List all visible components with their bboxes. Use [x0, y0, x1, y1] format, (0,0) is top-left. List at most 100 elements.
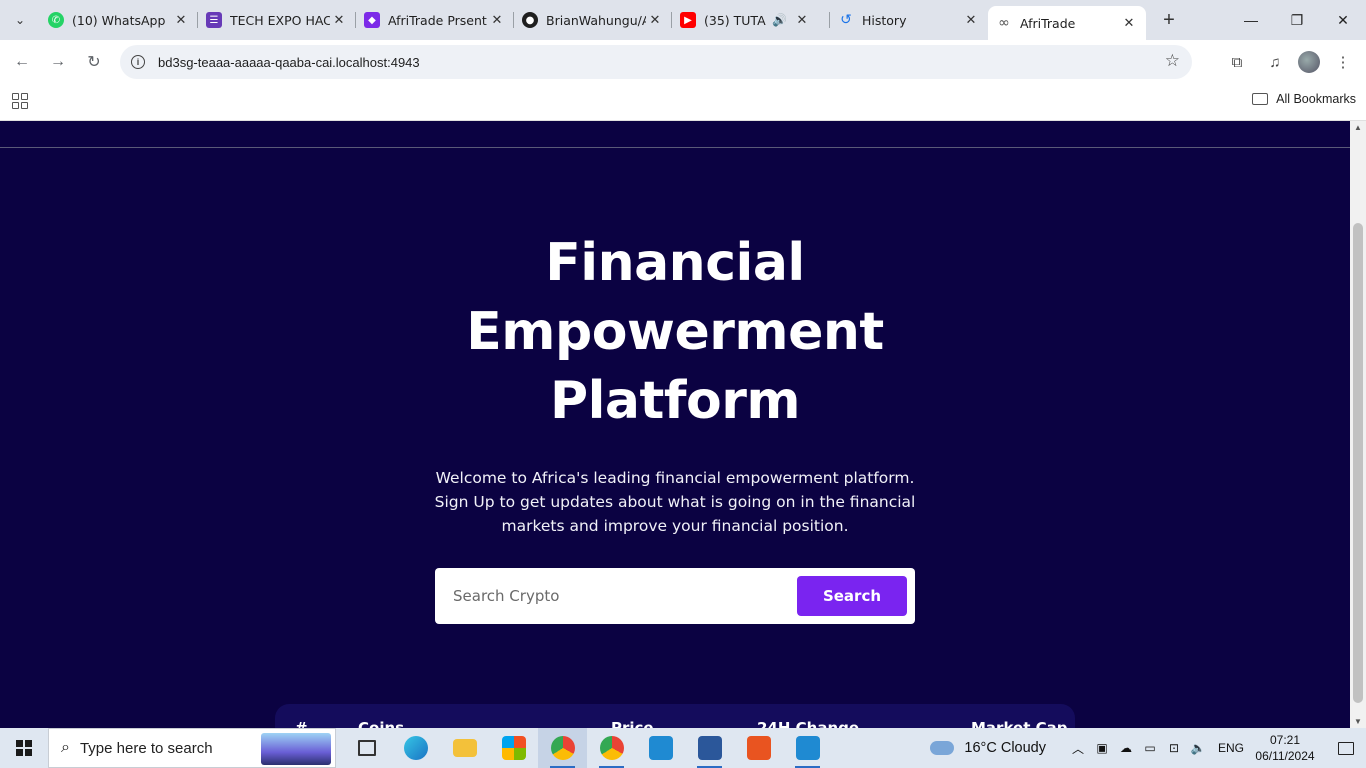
close-icon[interactable]: ✕	[793, 11, 811, 29]
all-bookmarks-label: All Bookmarks	[1276, 92, 1356, 106]
window-controls: — ❐ ✕	[1228, 0, 1366, 40]
close-icon[interactable]: ✕	[488, 11, 506, 29]
youtube-icon: ▶	[680, 12, 696, 28]
speaker-icon[interactable]: 🔊	[772, 13, 787, 27]
microsoft-store-icon[interactable]	[489, 728, 538, 768]
tab-title: BrianWahungu/A	[546, 12, 646, 28]
chevron-up-icon[interactable]: ︿	[1066, 740, 1090, 757]
chrome-icon[interactable]	[538, 728, 587, 768]
minimize-icon[interactable]: —	[1228, 0, 1274, 40]
word-icon[interactable]	[685, 728, 734, 768]
language-indicator[interactable]: ENG	[1218, 741, 1244, 755]
taskbar-search-placeholder: Type here to search	[79, 739, 213, 757]
whatsapp-icon: ✆	[48, 12, 64, 28]
infinity-icon: ∞	[998, 15, 1010, 31]
tab-youtube[interactable]: ▶ (35) TUTAM 🔊 ✕	[672, 0, 830, 40]
menu-kebab-icon[interactable]: ⋮	[1328, 44, 1358, 80]
tab-list: ✆ (10) WhatsApp ✕ ☰ TECH EXPO HAC ✕ ◆ Af…	[40, 0, 1184, 40]
task-view-icon[interactable]	[342, 728, 391, 768]
volume-icon[interactable]: 🔈	[1186, 741, 1210, 755]
canva-icon: ◆	[364, 12, 380, 28]
profile-avatar[interactable]	[1298, 51, 1320, 73]
page-scrollbar[interactable]: ▲ ▼	[1350, 121, 1366, 728]
edge-icon[interactable]	[391, 728, 440, 768]
tab-afritrade-presentation[interactable]: ◆ AfriTrade Prsent ✕	[356, 0, 514, 40]
file-explorer-icon[interactable]	[440, 728, 489, 768]
hero-subtitle-line: Sign Up to get updates about what is goi…	[434, 493, 916, 511]
tab-title: TECH EXPO HAC	[230, 12, 330, 28]
meet-now-icon[interactable]: ▣	[1090, 741, 1114, 755]
url-text: bd3sg-teaaa-aaaaa-qaaba-cai.localhost:49…	[158, 54, 420, 70]
github-icon: ●	[522, 12, 538, 28]
hero-title: Financial Empowerment Platform	[375, 229, 975, 436]
table-header-row: # Coins Price 24H Change Market Cap	[275, 719, 1075, 728]
extensions-icon[interactable]: ⧉	[1222, 44, 1252, 80]
crypto-table: # Coins Price 24H Change Market Cap	[275, 704, 1075, 728]
scroll-up-icon[interactable]: ▲	[1354, 123, 1362, 132]
back-arrow-icon[interactable]: ←	[4, 44, 40, 80]
close-icon[interactable]: ✕	[172, 11, 190, 29]
search-button[interactable]: Search	[797, 576, 907, 616]
scrollbar-thumb[interactable]	[1353, 223, 1363, 703]
close-icon[interactable]: ✕	[1120, 14, 1138, 32]
scroll-down-icon[interactable]: ▼	[1354, 717, 1362, 726]
vscode-running-icon[interactable]	[783, 728, 832, 768]
vscode-icon[interactable]	[636, 728, 685, 768]
weather-widget[interactable]: 16°C Cloudy	[930, 740, 1046, 756]
close-icon[interactable]: ✕	[646, 11, 664, 29]
table-header-rank: #	[295, 719, 308, 728]
network-icon[interactable]: ⊡	[1162, 741, 1186, 755]
new-tab-button[interactable]: +	[1154, 0, 1184, 40]
hero-title-line: Platform	[549, 371, 801, 431]
tab-github[interactable]: ● BrianWahungu/A ✕	[514, 0, 672, 40]
tab-whatsapp[interactable]: ✆ (10) WhatsApp ✕	[40, 0, 198, 40]
hero-subtitle: Welcome to Africa's leading financial em…	[430, 466, 920, 538]
header-divider	[0, 147, 1350, 148]
weather-text: 16°C Cloudy	[964, 740, 1046, 756]
media-controls-icon[interactable]: ♫	[1260, 44, 1290, 80]
hero-title-line: Empowerment	[466, 302, 884, 362]
forward-arrow-icon[interactable]: →	[40, 44, 76, 80]
tab-title: AfriTrade	[1020, 15, 1076, 31]
table-header-change: 24H Change	[757, 719, 860, 728]
close-icon[interactable]: ✕	[330, 11, 348, 29]
bookmark-star-icon[interactable]: ☆	[1165, 51, 1180, 71]
tab-afritrade[interactable]: ∞ AfriTrade ✕	[988, 6, 1146, 40]
tab-tech-expo[interactable]: ☰ TECH EXPO HAC ✕	[198, 0, 356, 40]
reload-icon[interactable]: ↻	[76, 44, 112, 80]
afritrade-page: Financial Empowerment Platform Welcome t…	[0, 121, 1350, 728]
windows-taskbar: ⌕ Type here to search 16°C Cloudy ︿ ▣ ☁ …	[0, 728, 1366, 768]
tab-title: (35) TUTAM	[704, 12, 766, 28]
browser-tabstrip: ⌄ ✆ (10) WhatsApp ✕ ☰ TECH EXPO HAC ✕ ◆ …	[0, 0, 1366, 40]
taskbar-search[interactable]: ⌕ Type here to search	[48, 728, 336, 768]
close-icon[interactable]: ✕	[962, 11, 980, 29]
crypto-search-input[interactable]	[435, 587, 785, 605]
toolbar-right-icons: ⧉ ♫ ⋮	[1222, 44, 1358, 80]
battery-icon[interactable]: ▭	[1138, 741, 1162, 755]
tab-search-dropdown-icon[interactable]: ⌄	[6, 7, 34, 33]
notification-center-icon[interactable]	[1326, 741, 1366, 755]
chrome-profile-icon[interactable]	[587, 728, 636, 768]
hero-subtitle-line: markets and improve your financial posit…	[501, 517, 849, 535]
tab-history[interactable]: ↺ History ✕	[830, 0, 988, 40]
forms-icon: ☰	[206, 12, 222, 28]
apps-grid-icon[interactable]	[12, 93, 28, 109]
crypto-search-form: Search	[435, 568, 915, 624]
address-bar[interactable]: i bd3sg-teaaa-aaaaa-qaaba-cai.localhost:…	[120, 45, 1192, 79]
clock[interactable]: 07:21 06/11/2024	[1250, 732, 1320, 764]
table-header-coins: Coins	[358, 719, 405, 728]
windows-logo-icon	[16, 740, 32, 756]
start-button[interactable]	[0, 728, 48, 768]
onedrive-icon[interactable]: ☁	[1114, 741, 1138, 755]
system-tray: 16°C Cloudy ︿ ▣ ☁ ▭ ⊡ 🔈 ENG 07:21 06/11/…	[930, 728, 1366, 768]
folder-icon	[1252, 93, 1269, 105]
cloud-icon	[930, 741, 955, 755]
site-info-icon[interactable]: i	[131, 55, 145, 69]
ubuntu-icon[interactable]	[734, 728, 783, 768]
table-header-price: Price	[611, 719, 654, 728]
search-icon: ⌕	[61, 739, 70, 756]
taskbar-apps	[342, 728, 832, 768]
restore-icon[interactable]: ❐	[1274, 0, 1320, 40]
close-window-icon[interactable]: ✕	[1320, 0, 1366, 40]
all-bookmarks-button[interactable]: All Bookmarks	[1252, 92, 1356, 106]
